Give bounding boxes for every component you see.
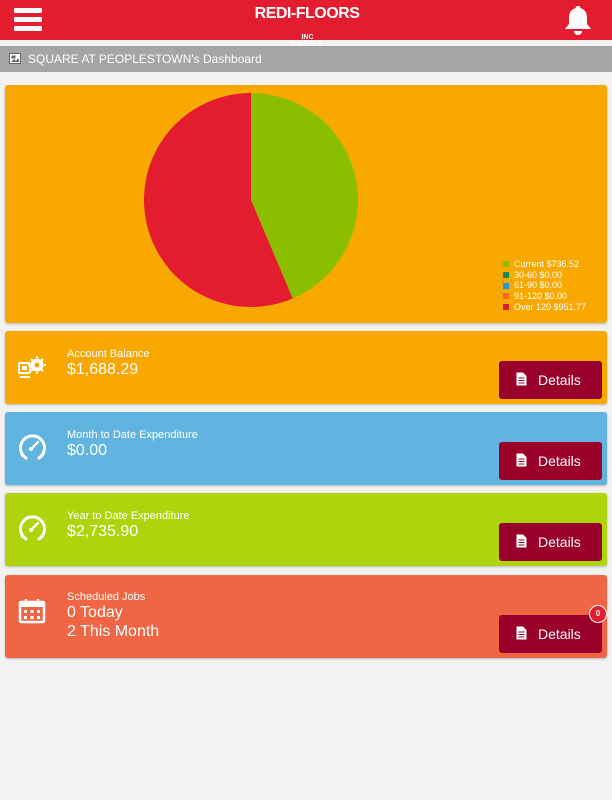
month-to-date-card: Month to Date Expenditure $0.00 Details (5, 412, 607, 485)
account-balance-details-button[interactable]: Details (499, 361, 602, 399)
document-icon (516, 534, 527, 548)
legend-swatch (503, 282, 509, 289)
gauge-icon (19, 434, 46, 460)
legend-item: 61-90 $0.00 (503, 280, 586, 291)
hamburger-menu-icon[interactable] (14, 8, 42, 31)
details-label: Details (538, 626, 581, 642)
legend-item: 30-60 $0.00 (503, 270, 586, 281)
scheduled-jobs-card: Scheduled Jobs 0 Today 2 This Month Deta… (5, 575, 607, 658)
details-label: Details (538, 453, 581, 469)
legend-swatch (503, 304, 509, 311)
top-bar: REDI-FLOORSINC MOBILE (0, 0, 612, 48)
legend-label: Over 120 $951.77 (514, 301, 587, 312)
month-to-date-value: $0.00 (67, 442, 108, 459)
scheduled-jobs-month: 2 This Month (67, 623, 160, 640)
month-to-date-label: Month to Date Expenditure (67, 429, 198, 441)
bell-icon[interactable] (563, 4, 593, 36)
account-balance-value: $1,688.29 (67, 361, 139, 378)
year-to-date-label: Year to Date Expenditure (67, 510, 190, 522)
scheduled-jobs-label: Scheduled Jobs (67, 591, 146, 603)
legend-swatch (503, 261, 509, 268)
legend-item: Current $736.52 (503, 259, 586, 270)
dashboard-title-bar: SQUARE AT PEOPLESTOWN's Dashboard (0, 46, 612, 72)
legend-label: Current $736.52 (514, 259, 580, 269)
logo-main-text: REDI-FLOORS (254, 5, 360, 22)
calendar-icon (18, 599, 46, 624)
details-label: Details (538, 372, 581, 388)
chart-legend: Current $736.52 30-60 $0.00 61-90 $0.00 91-… (503, 259, 586, 313)
redi-floors-logo: REDI-FLOORSINC MOBILE (249, 5, 365, 48)
details-label: Details (538, 534, 581, 550)
document-icon (516, 372, 527, 386)
legend-label: 30-60 $0.00 (514, 269, 563, 280)
account-balance-icon (18, 356, 46, 378)
gauge-icon (19, 515, 46, 541)
dashboard-icon (9, 53, 21, 64)
aging-chart-card: Current $736.52 30-60 $0.00 61-90 $0.00 91-… (5, 85, 607, 323)
account-balance-label: Account Balance (67, 348, 150, 360)
account-balance-card: Account Balance $1,688.29 Details (5, 331, 607, 404)
scheduled-jobs-today: 0 Today (67, 604, 123, 621)
document-icon (516, 626, 527, 640)
dashboard-title: SQUARE AT PEOPLESTOWN's Dashboard (28, 52, 262, 66)
logo-inc-text: INC (301, 34, 314, 41)
legend-item: Over 120 $951.77 (503, 302, 586, 313)
legend-label: 91-120 $0.00 (514, 291, 568, 302)
legend-item: 91-120 $0.00 (503, 291, 586, 302)
scheduled-jobs-details-button[interactable]: Details (499, 615, 602, 653)
year-to-date-card: Year to Date Expenditure $2,735.90 Detai… (5, 493, 607, 566)
legend-swatch (503, 272, 509, 279)
month-to-date-details-button[interactable]: Details (499, 442, 602, 480)
year-to-date-value: $2,735.90 (67, 523, 139, 540)
legend-label: 61-90 $0.00 (514, 280, 563, 291)
year-to-date-details-button[interactable]: Details (499, 523, 602, 561)
document-icon (516, 453, 527, 467)
notification-badge: 0 (590, 606, 606, 622)
legend-swatch (503, 293, 509, 300)
